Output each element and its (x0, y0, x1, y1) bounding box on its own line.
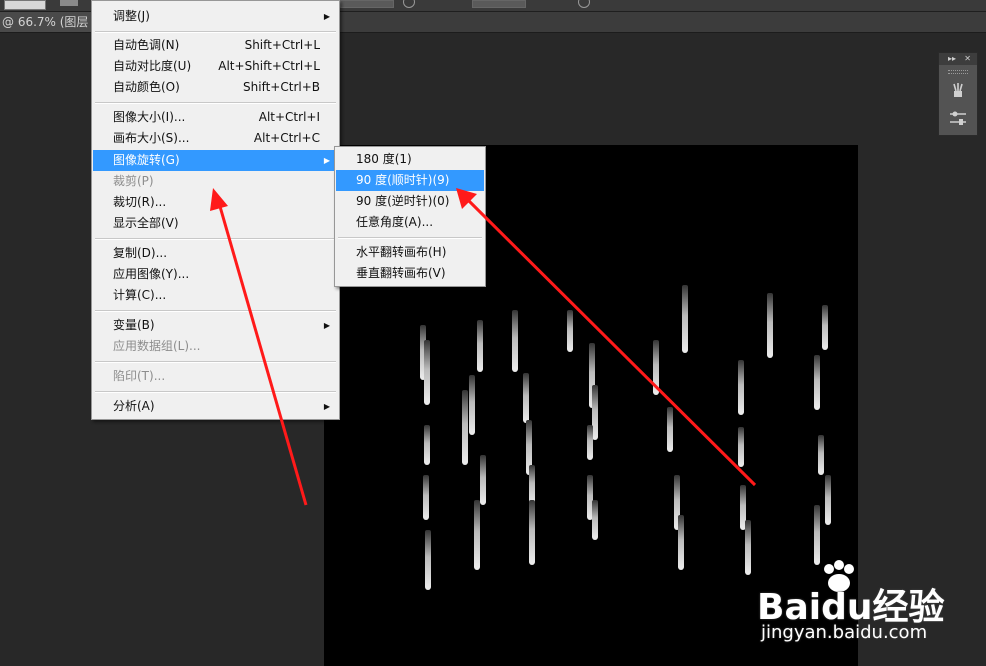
annotation-arrow-rotation (210, 188, 308, 506)
watermark-url: jingyan.baidu.com (761, 622, 928, 643)
annotation-arrow-90-cw (456, 188, 757, 487)
